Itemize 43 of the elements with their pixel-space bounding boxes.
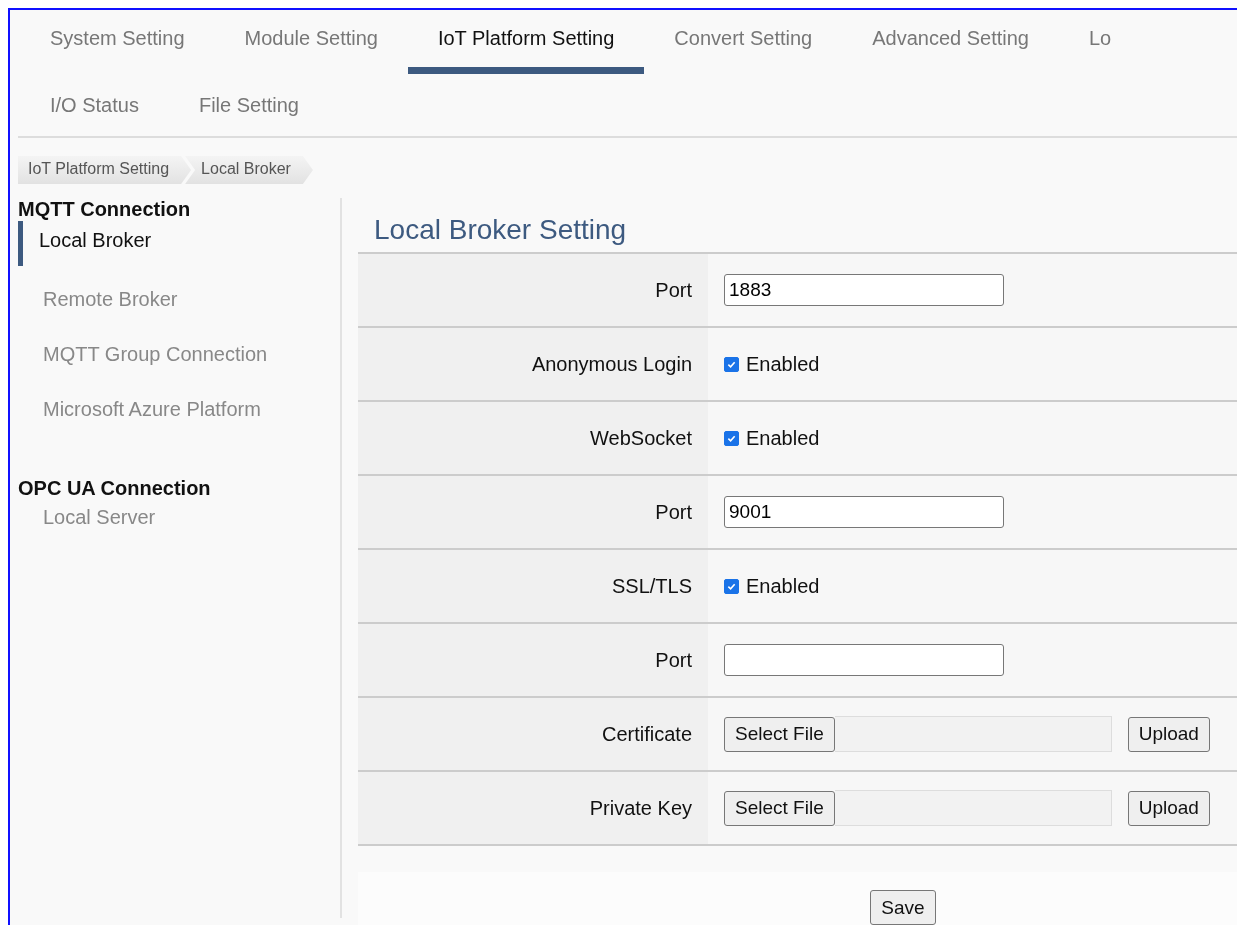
- nav-tab[interactable]: Convert Setting: [644, 10, 843, 74]
- input-field[interactable]: 1883: [724, 274, 1004, 306]
- sidebar-item[interactable]: Remote Broker: [18, 282, 178, 317]
- input-field[interactable]: 9001: [724, 496, 1004, 528]
- section-title: Local Broker Setting: [373, 213, 628, 247]
- upload-button[interactable]: Upload: [1127, 790, 1210, 826]
- check-icon: [727, 433, 736, 443]
- field-label: Port: [655, 648, 692, 672]
- field-label: Anonymous Login: [531, 352, 692, 376]
- checkbox[interactable]: [724, 430, 739, 446]
- nav-tab[interactable]: File Setting: [168, 74, 329, 136]
- select-file-button[interactable]: Select File: [724, 716, 835, 752]
- field-label: Port: [655, 278, 692, 302]
- check-icon: [727, 359, 736, 369]
- breadcrumb-item[interactable]: IoT Platform Setting: [18, 156, 192, 184]
- select-file-button[interactable]: Select File: [724, 790, 835, 826]
- checkbox[interactable]: [724, 578, 739, 594]
- field-label: WebSocket: [590, 426, 692, 450]
- sidebar-item[interactable]: Local Server: [18, 500, 156, 535]
- sidebar-item[interactable]: MQTT Group Connection: [18, 337, 268, 372]
- sidebar-item[interactable]: Local Broker: [18, 221, 152, 266]
- field-label: Certificate: [601, 722, 692, 746]
- sidebar-heading: MQTT Connection: [18, 198, 191, 221]
- nav-tab[interactable]: I/O Status: [20, 74, 169, 136]
- check-icon: [727, 581, 736, 591]
- nav-tab[interactable]: System Setting: [20, 10, 215, 74]
- nav-tab[interactable]: Lo: [1058, 10, 1142, 74]
- checkbox[interactable]: [724, 356, 739, 372]
- breadcrumb-item[interactable]: Local Broker: [185, 156, 313, 184]
- nav-tab[interactable]: Module Setting: [214, 10, 408, 74]
- nav-tab[interactable]: IoT Platform Setting: [407, 10, 645, 74]
- nav-tab[interactable]: Advanced Setting: [842, 10, 1059, 74]
- input-field[interactable]: [724, 644, 1004, 676]
- field-label: SSL/TLS: [611, 574, 692, 598]
- checkbox-label: Enabled: [746, 574, 820, 598]
- checkbox-label: Enabled: [746, 426, 820, 450]
- sidebar-item[interactable]: Microsoft Azure Platform: [18, 392, 261, 427]
- checkbox-label: Enabled: [746, 352, 820, 376]
- field-label: Port: [655, 500, 692, 524]
- sidebar-heading: OPC UA Connection: [18, 477, 211, 500]
- upload-button[interactable]: Upload: [1127, 716, 1210, 752]
- save-button[interactable]: Save: [870, 890, 936, 925]
- field-label: Private Key: [589, 796, 692, 820]
